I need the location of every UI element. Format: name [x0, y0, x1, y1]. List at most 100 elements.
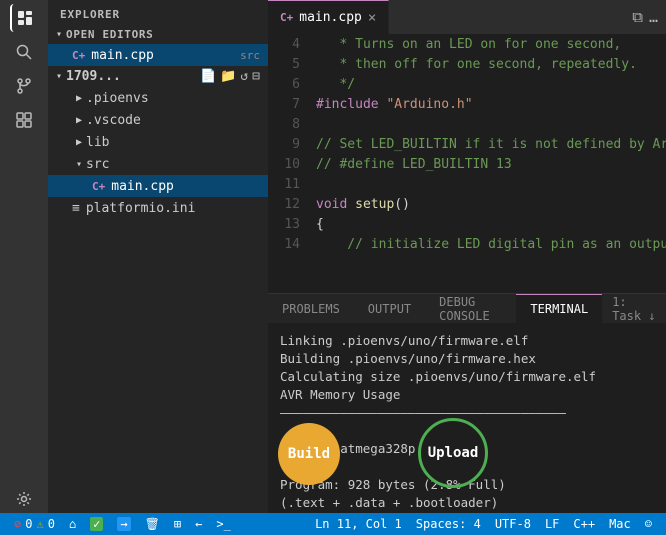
- src-main-cpp[interactable]: C+ main.cpp: [48, 175, 268, 197]
- vscode-chevron: ▶: [76, 115, 82, 126]
- pioenvs-chevron: ▶: [76, 93, 82, 104]
- cpp-file-icon: C+: [72, 49, 85, 62]
- error-count[interactable]: ⊘ 0 ⚠ 0: [8, 513, 61, 535]
- warning-num: 0: [48, 517, 55, 531]
- tab-close-button[interactable]: ×: [368, 10, 376, 26]
- code-line-10: // #define LED_BUILTIN 13: [316, 155, 666, 175]
- terminal-line-3: Calculating size .pioenvs/uno/firmware.e…: [280, 368, 654, 386]
- cursor-position[interactable]: Ln 11, Col 1: [309, 513, 408, 535]
- open-editors-label: OPEN EDITORS: [66, 28, 153, 41]
- open-editors-chevron: ▾: [56, 29, 62, 40]
- code-line-11: [316, 175, 666, 195]
- terminal-line-1: Linking .pioenvs/uno/firmware.elf: [280, 332, 654, 350]
- code-line-9: // Set LED_BUILTIN if it is not defined …: [316, 135, 666, 155]
- activity-bar: [0, 0, 48, 513]
- branch-item[interactable]: ⌂: [63, 513, 82, 535]
- problems-tab[interactable]: PROBLEMS: [268, 294, 354, 324]
- terminal-line-4: AVR Memory Usage: [280, 386, 654, 404]
- line-numbers: 4 5 6 7 8 9 10 11 12 13 14: [268, 35, 308, 293]
- lib-chevron: ▶: [76, 137, 82, 148]
- src-main-cpp-label: main.cpp: [111, 179, 260, 194]
- source-control-icon[interactable]: [10, 72, 38, 100]
- src-folder[interactable]: ▾ src: [48, 153, 268, 175]
- trash-item[interactable]: 🗑: [139, 513, 166, 535]
- open-file-meta: src: [240, 49, 260, 62]
- output-tab[interactable]: OUTPUT: [354, 294, 425, 324]
- terminal-tab[interactable]: TERMINAL: [516, 294, 602, 324]
- trash-icon: 🗑: [145, 517, 160, 531]
- code-editor[interactable]: 4 5 6 7 8 9 10 11 12 13 14 * Turns on an…: [268, 35, 666, 293]
- error-icon: ⊘: [14, 517, 21, 531]
- encoding-text: UTF-8: [495, 517, 531, 531]
- terminal-icon-item[interactable]: >_: [210, 513, 236, 535]
- code-line-7: #include "Arduino.h": [316, 95, 666, 115]
- panel-tabs: PROBLEMS OUTPUT DEBUG CONSOLE TERMINAL 1…: [268, 294, 666, 324]
- lib-folder[interactable]: ▶ lib: [48, 131, 268, 153]
- split-editor-icon[interactable]: ⧉: [632, 8, 643, 26]
- sidebar: EXPLORER ▾ OPEN EDITORS C+ main.cpp src …: [48, 0, 268, 513]
- project-folder-header[interactable]: ▾ 1709... 📄 📁 ↺ ⊟: [48, 66, 268, 87]
- check-item[interactable]: ✓: [84, 513, 109, 535]
- terminal-line-11: [280, 512, 654, 513]
- tab-main-cpp[interactable]: C+ main.cpp ×: [268, 0, 389, 35]
- terminal-line-5: ——————————————————————————————————————: [280, 404, 654, 422]
- src-chevron: ▾: [76, 159, 82, 170]
- spaces-setting[interactable]: Spaces: 4: [410, 513, 487, 535]
- code-line-6: */: [316, 75, 666, 95]
- vscode-label: .vscode: [86, 113, 141, 128]
- code-line-13: {: [316, 215, 666, 235]
- open-file-main-cpp[interactable]: C+ main.cpp src: [48, 44, 268, 66]
- os-item[interactable]: Mac: [603, 513, 637, 535]
- build-bubble[interactable]: Build: [278, 423, 340, 485]
- ini-icon: ≡: [72, 201, 80, 216]
- settings-icon[interactable]: [10, 485, 38, 513]
- explorer-title: EXPLORER: [48, 0, 268, 25]
- upload-bubble[interactable]: Upload: [418, 418, 488, 488]
- tab-actions: ⧉ …: [624, 8, 666, 26]
- vscode-folder[interactable]: ▶ .vscode: [48, 109, 268, 131]
- encoding-item[interactable]: UTF-8: [489, 513, 537, 535]
- smiley-icon: ☺: [645, 517, 652, 531]
- code-content[interactable]: * Turns on an LED on for one second, * t…: [308, 35, 666, 293]
- more-actions-icon[interactable]: …: [649, 8, 658, 26]
- project-name: 1709...: [66, 69, 121, 84]
- src-label: src: [86, 157, 109, 172]
- project-chevron: ▾: [56, 71, 62, 82]
- extensions-icon[interactable]: [10, 106, 38, 134]
- collapse-icon[interactable]: ⊟: [252, 69, 260, 84]
- left-arrow-item[interactable]: ←: [189, 513, 208, 535]
- arrow-item[interactable]: →: [111, 513, 136, 535]
- position-text: Ln 11, Col 1: [315, 517, 402, 531]
- pioenvs-folder[interactable]: ▶ .pioenvs: [48, 87, 268, 109]
- home-icon: ⌂: [69, 517, 76, 531]
- stack-item[interactable]: ⊞: [168, 513, 187, 535]
- language-item[interactable]: C++: [567, 513, 601, 535]
- terminal-prompt-icon: >_: [216, 517, 230, 531]
- new-file-icon[interactable]: 📄: [200, 69, 216, 84]
- explorer-icon[interactable]: [10, 4, 38, 32]
- status-bar: ⊘ 0 ⚠ 0 ⌂ ✓ → 🗑 ⊞ ← >_ Ln 11, Col 1 Spac…: [0, 513, 666, 535]
- platformio-ini-label: platformio.ini: [86, 201, 260, 216]
- line-ending-item[interactable]: LF: [539, 513, 565, 535]
- code-line-12: void setup(): [316, 195, 666, 215]
- smiley-item[interactable]: ☺: [639, 513, 658, 535]
- tab-label: main.cpp: [299, 10, 362, 25]
- debug-console-tab[interactable]: DEBUG CONSOLE: [425, 294, 516, 324]
- code-line-8: [316, 115, 666, 135]
- code-line-5: * then off for one second, repeatedly.: [316, 55, 666, 75]
- tab-bar: C+ main.cpp × ⧉ …: [268, 0, 666, 35]
- new-folder-icon[interactable]: 📁: [220, 69, 236, 84]
- check-icon: ✓: [90, 517, 103, 531]
- open-editors-section[interactable]: ▾ OPEN EDITORS: [48, 25, 268, 44]
- search-icon[interactable]: [10, 38, 38, 66]
- code-line-4: * Turns on an LED on for one second,: [316, 35, 666, 55]
- platformio-ini[interactable]: ≡ platformio.ini: [48, 197, 268, 219]
- tab-file-icon: C+: [280, 11, 293, 24]
- task-label[interactable]: 1: Task ↓: [602, 295, 666, 323]
- os-text: Mac: [609, 517, 631, 531]
- spaces-text: Spaces: 4: [416, 517, 481, 531]
- line-ending-text: LF: [545, 517, 559, 531]
- warning-icon: ⚠: [36, 517, 43, 531]
- refresh-icon[interactable]: ↺: [240, 69, 248, 84]
- lib-label: lib: [86, 135, 109, 150]
